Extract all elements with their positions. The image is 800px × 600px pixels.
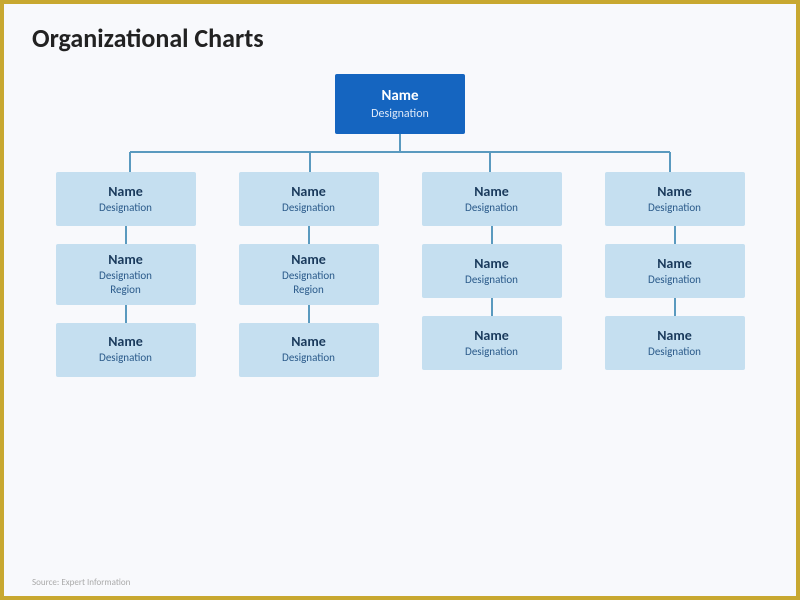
col4-connector-1 <box>674 226 676 244</box>
col4-level3-node: Name Designation <box>605 316 745 370</box>
col2-connector-1 <box>308 226 310 244</box>
col3-level3-node: Name Designation <box>422 316 562 370</box>
col1-l3-name: Name <box>108 333 143 350</box>
col2-level1-node: Name Designation <box>239 172 379 226</box>
col4-level1-node: Name Designation <box>605 172 745 226</box>
tree-connector-svg <box>40 134 760 172</box>
col2-connector-2 <box>308 305 310 323</box>
col2-l3-name: Name <box>291 333 326 350</box>
connector-svg-wrapper <box>40 134 760 172</box>
col1-l3-designation: Designation <box>99 351 152 365</box>
root-node: Name Designation <box>335 74 465 134</box>
root-designation: Designation <box>371 107 429 121</box>
col4-l3-name: Name <box>657 327 692 344</box>
root-name: Name <box>381 87 418 105</box>
col4-level2-node: Name Designation <box>605 244 745 298</box>
col3-connector-2 <box>491 298 493 316</box>
col3-l2-name: Name <box>474 255 509 272</box>
col1-level3-node: Name Designation <box>56 323 196 377</box>
col2-l1-designation: Designation <box>282 201 335 215</box>
page-border: Organizational Charts Name Designation <box>0 0 800 600</box>
column-3: Name Designation Name Designation Name D… <box>409 172 574 377</box>
col1-level1-node: Name Designation <box>56 172 196 226</box>
col4-l2-designation: Designation <box>648 273 701 287</box>
col1-l1-designation: Designation <box>99 201 152 215</box>
col4-l1-designation: Designation <box>648 201 701 215</box>
col2-l2-name: Name <box>291 251 326 268</box>
col3-l1-name: Name <box>474 183 509 200</box>
col4-l2-name: Name <box>657 255 692 272</box>
col3-connector-1 <box>491 226 493 244</box>
col2-l1-name: Name <box>291 183 326 200</box>
col2-level2-node: Name DesignationRegion <box>239 244 379 305</box>
col2-level3-node: Name Designation <box>239 323 379 377</box>
column-2: Name Designation Name DesignationRegion … <box>226 172 391 377</box>
col4-l1-name: Name <box>657 183 692 200</box>
col1-connector-1 <box>125 226 127 244</box>
col2-l3-designation: Designation <box>282 351 335 365</box>
col1-l2-designation: DesignationRegion <box>99 269 152 298</box>
col3-l3-name: Name <box>474 327 509 344</box>
col4-connector-2 <box>674 298 676 316</box>
col3-l3-designation: Designation <box>465 345 518 359</box>
col3-l2-designation: Designation <box>465 273 518 287</box>
col1-connector-2 <box>125 305 127 323</box>
watermark: Source: Expert Information <box>32 577 130 588</box>
col4-l3-designation: Designation <box>648 345 701 359</box>
col3-level1-node: Name Designation <box>422 172 562 226</box>
root-row: Name Designation <box>4 74 796 134</box>
column-4: Name Designation Name Designation Name D… <box>592 172 757 377</box>
col2-l2-designation: DesignationRegion <box>282 269 335 298</box>
page-title: Organizational Charts <box>32 22 264 54</box>
col1-l2-name: Name <box>108 251 143 268</box>
col1-l1-name: Name <box>108 183 143 200</box>
col3-level2-node: Name Designation <box>422 244 562 298</box>
col1-level2-node: Name DesignationRegion <box>56 244 196 305</box>
col3-l1-designation: Designation <box>465 201 518 215</box>
column-1: Name Designation Name DesignationRegion … <box>43 172 208 377</box>
chart-area: Name Designation <box>4 74 796 566</box>
columns-wrapper: Name Designation Name DesignationRegion … <box>4 172 796 377</box>
